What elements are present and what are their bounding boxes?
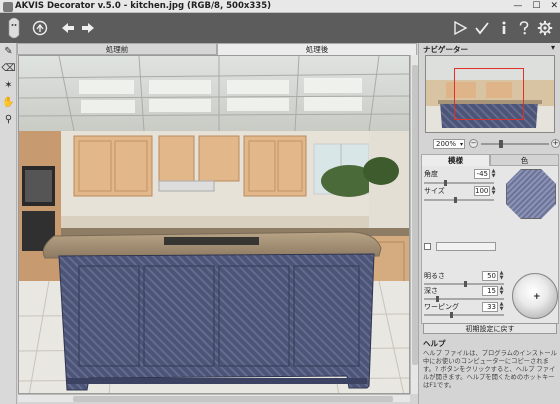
brightness-stepper[interactable]: ▲ ▼ (499, 271, 504, 281)
eraser-icon[interactable]: ⌫ (1, 62, 16, 75)
warping-field[interactable]: 33 (482, 302, 498, 312)
redo-icon[interactable] (80, 20, 96, 36)
horizontal-scrollbar[interactable] (18, 394, 410, 402)
kitchen-photo (19, 56, 409, 393)
settings-tabs: 模様 色 (421, 154, 559, 166)
tab-color[interactable]: 色 (490, 154, 559, 166)
settings-gear-icon[interactable] (537, 20, 553, 36)
magic-brush-icon[interactable]: ✶ (1, 79, 16, 92)
info-icon[interactable] (496, 20, 512, 36)
size-label: サイズ (424, 187, 445, 195)
settings-area: 角度 -45 ▲ ▼ サイズ 100 ▲ ▼ 明るさ 50 ▲ ▼ 深さ 15 ▲ ▼ … (421, 166, 559, 324)
akvis-logo-icon (8, 17, 20, 39)
light-direction-ball[interactable]: + (512, 273, 558, 319)
title-bar: AKVIS Decorator v.5.0 - kitchen.jpg (RGB… (0, 0, 560, 13)
slider-knob[interactable] (454, 197, 457, 203)
tab-before[interactable]: 処理前 (17, 43, 217, 55)
light-center-icon: + (533, 292, 541, 302)
right-settings-panel: ナビゲーター ▾ 200% ▾ − + 模様 色 角度 -45 ▲ ▼ サイズ 10… (418, 43, 560, 404)
scroll-thumb[interactable] (73, 396, 393, 402)
zoom-icon[interactable]: ⚲ (1, 113, 16, 126)
hand-icon[interactable]: ✋ (1, 96, 16, 109)
size-stepper[interactable]: ▲ ▼ (491, 186, 496, 196)
view-tabs: 処理前 処理後 (17, 43, 417, 55)
depth-label: 深さ (424, 287, 438, 295)
slider-knob[interactable] (499, 140, 503, 148)
angle-label: 角度 (424, 170, 438, 178)
navigator-view-frame[interactable] (454, 68, 524, 120)
open-image-icon[interactable] (32, 20, 48, 36)
help-icon[interactable] (516, 20, 532, 36)
left-tool-panel: ✎ ⌫ ✶ ✋ ⚲ (0, 43, 17, 404)
help-title: ヘルプ (423, 339, 446, 348)
zoom-controls: 200% ▾ − + (433, 139, 560, 149)
brightness-slider[interactable] (424, 281, 504, 287)
slider-knob[interactable] (450, 312, 453, 318)
navigator-title: ナビゲーター (423, 45, 468, 54)
size-slider[interactable] (424, 197, 494, 203)
chevron-down-icon: ▾ (459, 141, 463, 148)
window-title: AKVIS Decorator v.5.0 - kitchen.jpg (RGB… (15, 1, 272, 11)
size-field[interactable]: 100 (474, 186, 490, 196)
window-controls: — ☐ ✕ (513, 1, 558, 11)
help-text: ヘルプ ファイルは、プログラムのインストール中にお使いのコンピューターにコピーさ… (423, 350, 557, 389)
undo-icon[interactable] (60, 20, 76, 36)
depth-field[interactable]: 15 (482, 286, 498, 296)
image-canvas[interactable] (18, 55, 410, 394)
selection-brush-icon[interactable]: ✎ (1, 45, 16, 58)
color-checkbox[interactable] (424, 243, 431, 250)
zoom-value: 200% (436, 140, 457, 148)
minimize-icon[interactable]: — (513, 1, 522, 11)
zoom-out-button[interactable]: − (469, 139, 478, 148)
slider-knob[interactable] (464, 281, 467, 287)
brightness-label: 明るさ (424, 272, 445, 280)
depth-slider[interactable] (424, 296, 504, 302)
color-bar[interactable] (436, 242, 496, 251)
collapse-icon[interactable]: ▾ (551, 43, 555, 52)
brightness-field[interactable]: 50 (482, 271, 498, 281)
warping-label: ワーピング (424, 303, 459, 311)
texture-swatch[interactable] (506, 169, 556, 219)
warping-slider[interactable] (424, 312, 504, 318)
vertical-scrollbar[interactable] (410, 55, 418, 394)
angle-stepper[interactable]: ▲ ▼ (491, 169, 496, 179)
warping-stepper[interactable]: ▲ ▼ (499, 302, 504, 312)
tab-texture[interactable]: 模様 (421, 154, 490, 166)
zoom-in-button[interactable]: + (551, 139, 560, 148)
maximize-icon[interactable]: ☐ (532, 1, 540, 11)
angle-field[interactable]: -45 (474, 169, 490, 179)
depth-stepper[interactable]: ▲ ▼ (499, 286, 504, 296)
zoom-select[interactable]: 200% ▾ (433, 139, 465, 149)
reset-defaults-button[interactable]: 初期設定に戻す (423, 323, 557, 334)
app-icon (3, 2, 13, 12)
run-icon[interactable] (452, 20, 468, 36)
apply-check-icon[interactable] (474, 20, 490, 36)
angle-slider[interactable] (424, 180, 494, 186)
navigator-thumbnail[interactable] (425, 55, 555, 133)
close-icon[interactable]: ✕ (550, 1, 558, 11)
zoom-slider[interactable] (481, 140, 549, 148)
tab-after[interactable]: 処理後 (217, 43, 417, 55)
main-toolbar (0, 13, 560, 43)
